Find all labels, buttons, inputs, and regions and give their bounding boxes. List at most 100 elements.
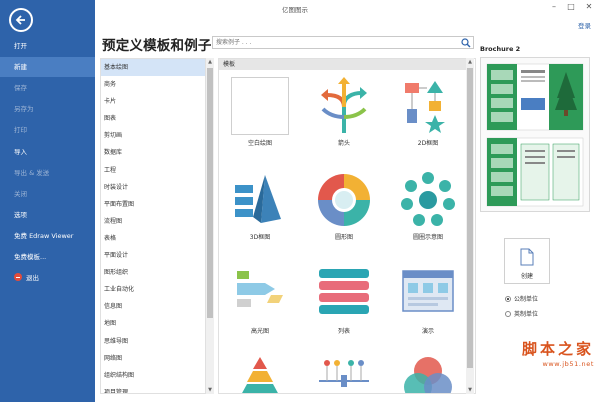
window-title: 亿图图示 [282, 6, 308, 14]
template-tile-pyramid[interactable] [225, 355, 295, 393]
category-item[interactable]: 数据库 [101, 144, 205, 161]
sidebar-item-open[interactable]: 打开 [0, 36, 95, 56]
category-item[interactable]: 流程图 [101, 213, 205, 230]
arrows-icon [315, 77, 373, 135]
sidebar-item-free-templates[interactable]: 免费模板... [0, 247, 95, 267]
template-label: 高光图 [250, 328, 269, 335]
new-document-icon [520, 248, 534, 266]
sidebar-item-export-send[interactable]: 导出 & 发送 [0, 163, 95, 183]
category-item[interactable]: 表格 [101, 230, 205, 247]
search-input[interactable] [213, 37, 453, 48]
search-icon[interactable] [461, 38, 471, 48]
venn-icon [399, 355, 457, 393]
category-item[interactable]: 平面设计 [101, 247, 205, 264]
blank-page-icon [231, 77, 289, 135]
sidebar-item-print[interactable]: 打印 [0, 120, 95, 140]
sidebar: 打开 新建 保存 另存为 打印 导入 导出 & 发送 关闭 选项 免费 Edra… [0, 0, 95, 402]
template-tile-venn[interactable] [393, 355, 463, 393]
watermark-title: 脚本之家 [521, 340, 594, 358]
category-item[interactable]: 项目管理 [101, 384, 205, 393]
category-item[interactable]: 剪切画 [101, 127, 205, 144]
radio-label: 英制单位 [514, 311, 539, 318]
template-preview [480, 57, 590, 212]
scroll-thumb[interactable] [467, 68, 473, 368]
template-label: 2D框图 [417, 140, 439, 147]
template-scrollbar[interactable]: ▲ ▼ [466, 58, 474, 394]
sidebar-item-save[interactable]: 保存 [0, 78, 95, 98]
radio-label: 公制单位 [514, 296, 539, 303]
template-label: 箭头 [337, 140, 350, 147]
category-item[interactable]: 网络图 [101, 350, 205, 367]
category-item[interactable]: 卡片 [101, 93, 205, 110]
template-label: 圆形图 [334, 234, 353, 241]
timeline-icon [315, 355, 373, 393]
category-item[interactable]: 图形组织 [101, 264, 205, 281]
category-scrollbar[interactable]: ▲ ▼ [206, 58, 214, 394]
template-tile-blank[interactable]: 空白绘图 [225, 77, 295, 147]
watermark: 脚本之家 www.jb51.net [484, 338, 594, 368]
page-title: 预定义模板和例子 [102, 38, 212, 54]
template-section-header: 模板 [219, 59, 467, 70]
search-box[interactable] [212, 36, 474, 49]
scroll-thumb[interactable] [207, 68, 213, 318]
3d-block-icon [231, 171, 289, 229]
highlight-icon [231, 265, 289, 323]
sidebar-item-exit[interactable]: 退出 [0, 268, 95, 288]
sidebar-item-close[interactable]: 关闭 [0, 184, 95, 204]
back-arrow-icon [15, 15, 25, 25]
create-label: 创建 [520, 273, 533, 280]
maximize-button[interactable]: □ [565, 2, 577, 11]
template-tile-circle-chart[interactable]: 圆形图 [309, 171, 379, 241]
category-item[interactable]: 地图 [101, 315, 205, 332]
pyramid-icon [231, 355, 289, 393]
circle-chart-icon [315, 171, 373, 229]
sidebar-item-edraw-viewer[interactable]: 免费 Edraw Viewer [0, 226, 95, 246]
scroll-up-icon[interactable]: ▲ [466, 58, 474, 66]
radio-unselected-icon [505, 311, 511, 317]
template-tile-presentation[interactable]: 演示 [393, 265, 463, 335]
radio-selected-icon [505, 296, 511, 302]
category-item[interactable]: 商务 [101, 76, 205, 93]
presentation-icon [399, 265, 457, 323]
list-icon [315, 265, 373, 323]
template-tile-timeline[interactable] [309, 355, 379, 393]
minimize-button[interactable]: – [548, 2, 560, 11]
imperial-units-radio[interactable]: 英制单位 [505, 309, 538, 318]
circle-diagram-icon [399, 171, 457, 229]
template-tile-arrows[interactable]: 箭头 [309, 77, 379, 147]
sidebar-item-new[interactable]: 新建 [0, 57, 95, 77]
brochure-preview-image [486, 63, 584, 207]
category-item[interactable]: 组织结构图 [101, 367, 205, 384]
watermark-url: www.jb51.net [542, 360, 594, 368]
category-item[interactable]: 图表 [101, 110, 205, 127]
template-tile-3d-block[interactable]: 3D框图 [225, 171, 295, 241]
scroll-down-icon[interactable]: ▼ [466, 386, 474, 394]
category-item[interactable]: 工程 [101, 162, 205, 179]
close-button[interactable]: ✕ [583, 2, 595, 11]
template-label: 列表 [337, 328, 350, 335]
category-item[interactable]: 信息图 [101, 298, 205, 315]
template-tile-highlight[interactable]: 高光图 [225, 265, 295, 335]
template-tile-circle-diagram[interactable]: 圆圈示意图 [393, 171, 463, 241]
template-label: 空白绘图 [247, 140, 272, 147]
category-item[interactable]: 平面布置图 [101, 196, 205, 213]
scroll-down-icon[interactable]: ▼ [206, 386, 214, 394]
category-item[interactable]: 时装设计 [101, 179, 205, 196]
sidebar-item-import[interactable]: 导入 [0, 142, 95, 162]
scroll-up-icon[interactable]: ▲ [206, 58, 214, 66]
2d-block-icon [399, 77, 457, 135]
category-item[interactable]: 基本绘图 [101, 59, 205, 77]
metric-units-radio[interactable]: 公制单位 [505, 294, 538, 303]
create-button[interactable]: 创建 [504, 238, 550, 284]
category-item[interactable]: 工业自动化 [101, 281, 205, 298]
template-tile-list[interactable]: 列表 [309, 265, 379, 335]
template-tile-2d-block[interactable]: 2D框图 [393, 77, 463, 147]
sidebar-item-save-as[interactable]: 另存为 [0, 99, 95, 119]
back-button[interactable] [9, 8, 33, 32]
sidebar-item-exit-label: 退出 [26, 274, 39, 282]
sidebar-item-options[interactable]: 选项 [0, 205, 95, 225]
template-label: 圆圈示意图 [412, 234, 443, 241]
category-item[interactable]: 思维导图 [101, 333, 205, 350]
exit-icon [14, 273, 22, 281]
login-link[interactable]: 登录 [578, 20, 591, 30]
